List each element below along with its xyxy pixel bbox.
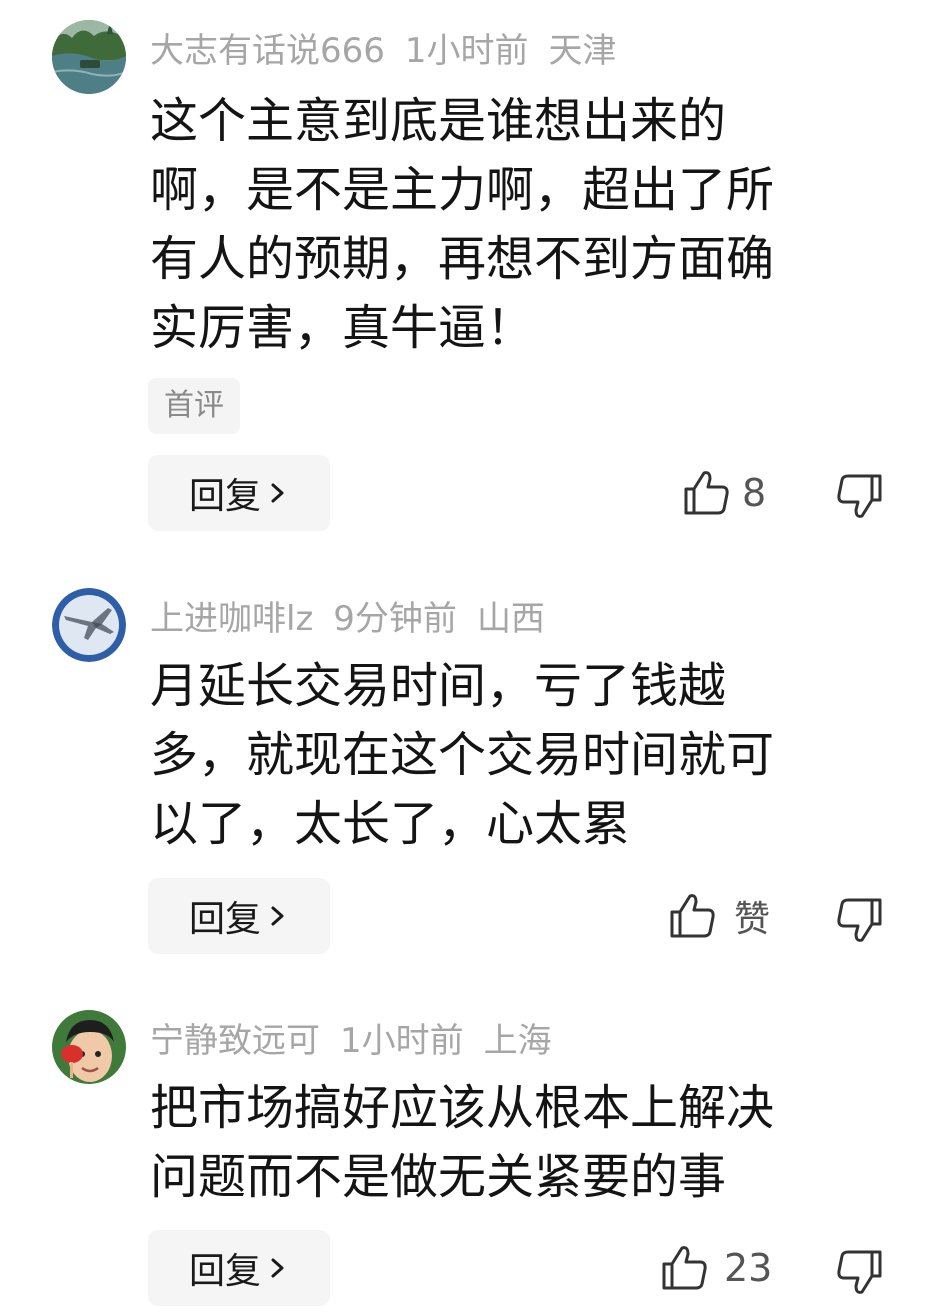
username[interactable]: 大志有话说666 <box>150 31 385 71</box>
like-count: 23 <box>724 1246 773 1290</box>
like-count: 8 <box>742 471 767 515</box>
avatar[interactable] <box>52 20 126 94</box>
username[interactable]: 宁静致远可 <box>150 1021 320 1061</box>
like-label: 赞 <box>734 899 771 940</box>
comment-text: 月延长交易时间，亏了钱越 多，就现在这个交易时间就可 以了，太长了，心太累 <box>150 658 775 852</box>
reply-label: 回复 <box>188 899 261 940</box>
comment-meta: 宁静致远可 1小时前 上海 <box>150 1016 552 1066</box>
reply-label: 回复 <box>188 1251 261 1292</box>
comment-meta: 大志有话说666 1小时前 天津 <box>150 26 617 76</box>
thumbs-up-icon <box>662 1246 707 1290</box>
like-button[interactable]: 23 <box>658 1242 772 1294</box>
like-button[interactable]: 赞 <box>666 890 770 942</box>
lake-scenery-icon <box>52 20 126 94</box>
chevron-right-icon <box>271 483 284 503</box>
reply-button[interactable]: 回复 <box>148 878 330 954</box>
thumbs-up-icon <box>684 471 729 515</box>
comment-time: 9分钟前 <box>333 599 457 639</box>
chevron-right-icon <box>271 906 284 926</box>
reply-button[interactable]: 回复 <box>148 1230 330 1306</box>
thumbs-down-icon[interactable] <box>834 470 886 522</box>
comment-text: 把市场搞好应该从根本上解决 问题而不是做无关紧要的事 <box>150 1080 775 1205</box>
comment-time: 1小时前 <box>340 1021 464 1061</box>
comment-location: 上海 <box>483 1021 552 1061</box>
reply-label: 回复 <box>188 476 261 517</box>
username[interactable]: 上进咖啡lz <box>150 599 313 639</box>
avatar[interactable] <box>52 588 126 662</box>
thumbs-up-icon <box>670 894 715 938</box>
thumbs-down-icon[interactable] <box>834 894 886 946</box>
chevron-right-icon <box>271 1258 284 1278</box>
comment-meta: 上进咖啡lz 9分钟前 山西 <box>150 594 545 644</box>
first-comment-badge: 首评 <box>148 378 240 434</box>
avatar[interactable] <box>52 1010 126 1084</box>
comment-location: 山西 <box>476 599 545 639</box>
thumbs-down-icon[interactable] <box>834 1246 886 1298</box>
fighter-jet-icon <box>52 588 126 662</box>
comment-time: 1小时前 <box>404 31 529 71</box>
reply-button[interactable]: 回复 <box>148 455 330 531</box>
comment-text: 这个主意到底是谁想出来的 啊，是不是主力啊，超出了所 有人的预期，再想不到方面确… <box>150 93 775 356</box>
child-photo-icon <box>52 1010 126 1084</box>
like-button[interactable]: 8 <box>680 467 766 519</box>
comment-location: 天津 <box>548 31 617 71</box>
